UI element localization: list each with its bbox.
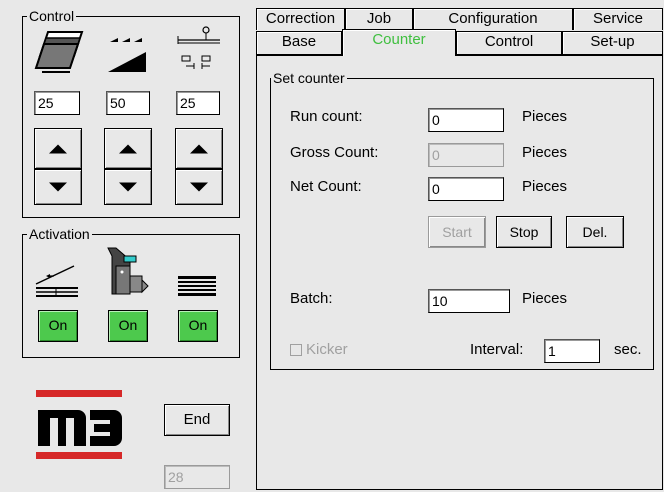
net-count-unit: Pieces [522, 178, 568, 195]
batch-field[interactable]: 10 [428, 289, 510, 313]
kicker-label: Kicker [306, 341, 348, 358]
stop-position-field[interactable]: 25 [176, 91, 220, 115]
gross-count-label: Gross Count: [290, 144, 379, 161]
speed-ramp-icon [108, 38, 146, 72]
chevron-down-icon [190, 182, 208, 192]
feeder-on-button[interactable]: On [38, 310, 78, 342]
batch-unit: Pieces [522, 290, 568, 307]
status-value-field: 28 [164, 465, 230, 489]
set-counter-title: Set counter [271, 69, 347, 87]
run-count-label: Run count: [290, 108, 363, 125]
net-count-label: Net Count: [290, 178, 362, 195]
tab-base[interactable]: Base [256, 31, 342, 55]
run-count-field[interactable]: 0 [428, 108, 504, 132]
tab-counter[interactable]: Counter [342, 29, 456, 56]
sheet-count-down-button[interactable] [34, 169, 82, 205]
feeder-table-icon [35, 265, 78, 297]
sheet-count-up-button[interactable] [34, 128, 82, 169]
sheet-count-field[interactable]: 25 [34, 91, 80, 115]
interval-unit: sec. [614, 341, 642, 358]
gross-count-field: 0 [428, 143, 504, 167]
tab-configuration[interactable]: Configuration [413, 8, 573, 30]
stop-button[interactable]: Stop [496, 216, 552, 248]
batch-label: Batch: [290, 290, 333, 307]
stop-position-up-button[interactable] [175, 128, 223, 169]
printer-on-button[interactable]: On [108, 310, 148, 342]
speed-up-button[interactable] [104, 128, 152, 169]
tab-service[interactable]: Service [573, 8, 663, 30]
net-count-field[interactable]: 0 [428, 177, 504, 201]
interval-field[interactable]: 1 [544, 339, 600, 363]
chevron-down-icon [49, 182, 67, 192]
kicker-checkbox[interactable] [290, 344, 302, 356]
tab-job[interactable]: Job [345, 8, 413, 30]
speed-down-button[interactable] [104, 169, 152, 205]
activation-group-title: Activation [27, 225, 92, 243]
stop-position-icon [177, 26, 220, 69]
start-button[interactable]: Start [428, 216, 486, 248]
stop-position-down-button[interactable] [175, 169, 223, 205]
run-count-unit: Pieces [522, 108, 568, 125]
chevron-down-icon [119, 182, 137, 192]
sheet-stack-icon [34, 31, 84, 73]
printer-unit-icon [107, 247, 149, 295]
tab-set-up[interactable]: Set-up [562, 31, 663, 55]
interval-label: Interval: [470, 341, 524, 358]
chevron-up-icon [49, 144, 67, 153]
delete-button[interactable]: Del. [566, 216, 624, 248]
speed-field[interactable]: 50 [106, 91, 150, 115]
tab-correction[interactable]: Correction [256, 8, 345, 30]
m3-logo [36, 390, 122, 459]
chevron-up-icon [190, 144, 208, 153]
end-button[interactable]: End [164, 404, 230, 436]
output-on-button[interactable]: On [178, 310, 218, 342]
tab-control[interactable]: Control [456, 31, 562, 55]
control-group-title: Control [27, 7, 77, 25]
output-stack-icon [178, 276, 216, 296]
chevron-up-icon [119, 144, 137, 153]
gross-count-unit: Pieces [522, 144, 568, 161]
